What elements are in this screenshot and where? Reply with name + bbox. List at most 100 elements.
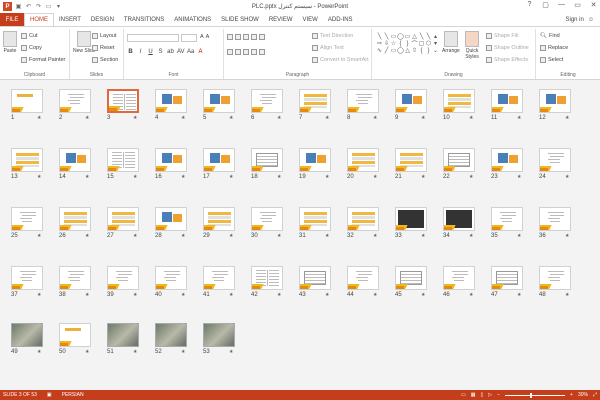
fit-to-window-icon[interactable]: ⤢ [593,392,597,398]
slide-preview[interactable] [299,89,331,113]
slide-thumbnail-28[interactable]: 28 ★ [155,207,187,239]
transition-star-icon[interactable]: ★ [181,233,185,239]
transition-star-icon[interactable]: ★ [325,174,329,180]
zoom-slider[interactable] [505,392,566,398]
slide-preview[interactable] [155,323,187,347]
transition-star-icon[interactable]: ★ [229,349,233,355]
slide-thumbnail-1[interactable]: 1 ★ [11,89,43,121]
tab-insert[interactable]: INSERT [54,13,86,26]
arrange-button[interactable]: Arrange [442,31,460,54]
convert-smartart-button[interactable]: Convert to SmartArt [312,57,369,63]
slide-preview[interactable] [395,89,427,113]
transition-star-icon[interactable]: ★ [37,233,41,239]
transition-star-icon[interactable]: ★ [181,349,185,355]
slide-preview[interactable] [491,207,523,231]
transition-star-icon[interactable]: ★ [469,233,473,239]
slide-preview[interactable] [539,266,571,290]
text-direction-button[interactable]: Text Direction [312,33,353,39]
slideshow-view-icon[interactable]: ▷ [488,392,492,398]
transition-star-icon[interactable]: ★ [277,115,281,121]
tab-file[interactable]: FILE [0,13,24,26]
transition-star-icon[interactable]: ★ [469,115,473,121]
transition-star-icon[interactable]: ★ [373,233,377,239]
powerpoint-logo-icon[interactable]: P [3,2,12,11]
select-button[interactable]: Select [540,57,563,63]
transition-star-icon[interactable]: ★ [133,174,137,180]
replace-button[interactable]: Replace [540,45,568,51]
language-indicator[interactable]: PERSIAN [62,392,84,398]
slide-thumbnail-6[interactable]: 6 ★ [251,89,283,121]
transition-star-icon[interactable]: ★ [517,115,521,121]
slide-thumbnail-38[interactable]: 38 ★ [59,266,91,298]
quick-styles-button[interactable]: Quick Styles [462,31,482,60]
slide-thumbnail-8[interactable]: 8 ★ [347,89,379,121]
font-size-dropdown[interactable] [181,34,197,42]
font-color-button[interactable]: A [197,49,204,55]
slide-thumbnail-44[interactable]: 44 ★ [347,266,379,298]
transition-star-icon[interactable]: ★ [517,292,521,298]
slide-preview[interactable] [155,148,187,172]
tab-animations[interactable]: ANIMATIONS [169,13,216,26]
slide-preview[interactable] [251,207,283,231]
shape-effects-button[interactable]: Shape Effects [486,57,528,63]
slide-preview[interactable] [107,266,139,290]
slide-preview[interactable] [11,323,43,347]
transition-star-icon[interactable]: ★ [517,174,521,180]
cut-button[interactable]: Cut [21,33,38,39]
slide-preview[interactable] [299,207,331,231]
format-painter-button[interactable]: Format Painter [21,57,65,63]
slide-preview[interactable] [203,266,235,290]
transition-star-icon[interactable]: ★ [325,233,329,239]
transition-star-icon[interactable]: ★ [229,174,233,180]
list-buttons[interactable] [227,34,265,40]
slide-preview[interactable] [107,207,139,231]
slide-thumbnail-51[interactable]: 51 ★ [107,323,139,355]
transition-star-icon[interactable]: ★ [85,174,89,180]
zoom-level[interactable]: 30% [578,392,588,398]
align-text-button[interactable]: Align Text [312,45,344,51]
slide-preview[interactable] [11,89,43,113]
transition-star-icon[interactable]: ★ [133,292,137,298]
transition-star-icon[interactable]: ★ [469,292,473,298]
slide-counter[interactable]: SLIDE 3 OF 53 [3,392,37,398]
tab-slide-show[interactable]: SLIDE SHOW [216,13,264,26]
slide-thumbnail-30[interactable]: 30 ★ [251,207,283,239]
transition-star-icon[interactable]: ★ [565,292,569,298]
slide-thumbnail-17[interactable]: 17 ★ [203,148,235,180]
slide-preview[interactable] [251,266,283,290]
font-name-dropdown[interactable] [127,34,179,42]
start-slideshow-icon[interactable]: ▭ [45,3,52,10]
slide-thumbnail-33[interactable]: 33 ★ [395,207,427,239]
redo-icon[interactable]: ↷ [35,3,42,10]
slide-thumbnail-4[interactable]: 4 ★ [155,89,187,121]
strikethrough-button[interactable]: ab [167,49,174,55]
transition-star-icon[interactable]: ★ [37,174,41,180]
paste-button[interactable]: Paste [3,31,17,54]
slide-preview[interactable] [11,266,43,290]
slide-preview[interactable] [347,266,379,290]
slide-preview[interactable] [107,323,139,347]
slide-preview[interactable] [491,266,523,290]
slide-preview[interactable] [539,148,571,172]
normal-view-icon[interactable]: ▭ [461,392,466,398]
slide-preview[interactable] [443,207,475,231]
shape-fill-button[interactable]: Shape Fill [486,33,518,39]
ribbon-display-icon[interactable]: ▢ [541,1,550,9]
slide-thumbnail-19[interactable]: 19 ★ [299,148,331,180]
slide-thumbnail-21[interactable]: 21 ★ [395,148,427,180]
transition-star-icon[interactable]: ★ [37,115,41,121]
slide-preview[interactable] [347,89,379,113]
slide-thumbnail-52[interactable]: 52 ★ [155,323,187,355]
slide-thumbnail-27[interactable]: 27 ★ [107,207,139,239]
tab-view[interactable]: VIEW [298,13,323,26]
transition-star-icon[interactable]: ★ [133,233,137,239]
slide-thumbnail-53[interactable]: 53 ★ [203,323,235,355]
align-buttons[interactable] [227,49,265,55]
transition-star-icon[interactable]: ★ [421,233,425,239]
transition-star-icon[interactable]: ★ [229,115,233,121]
slide-thumbnail-22[interactable]: 22 ★ [443,148,475,180]
transition-star-icon[interactable]: ★ [37,349,41,355]
slide-preview[interactable] [59,148,91,172]
slide-thumbnail-24[interactable]: 24 ★ [539,148,571,180]
slide-thumbnail-35[interactable]: 35 ★ [491,207,523,239]
